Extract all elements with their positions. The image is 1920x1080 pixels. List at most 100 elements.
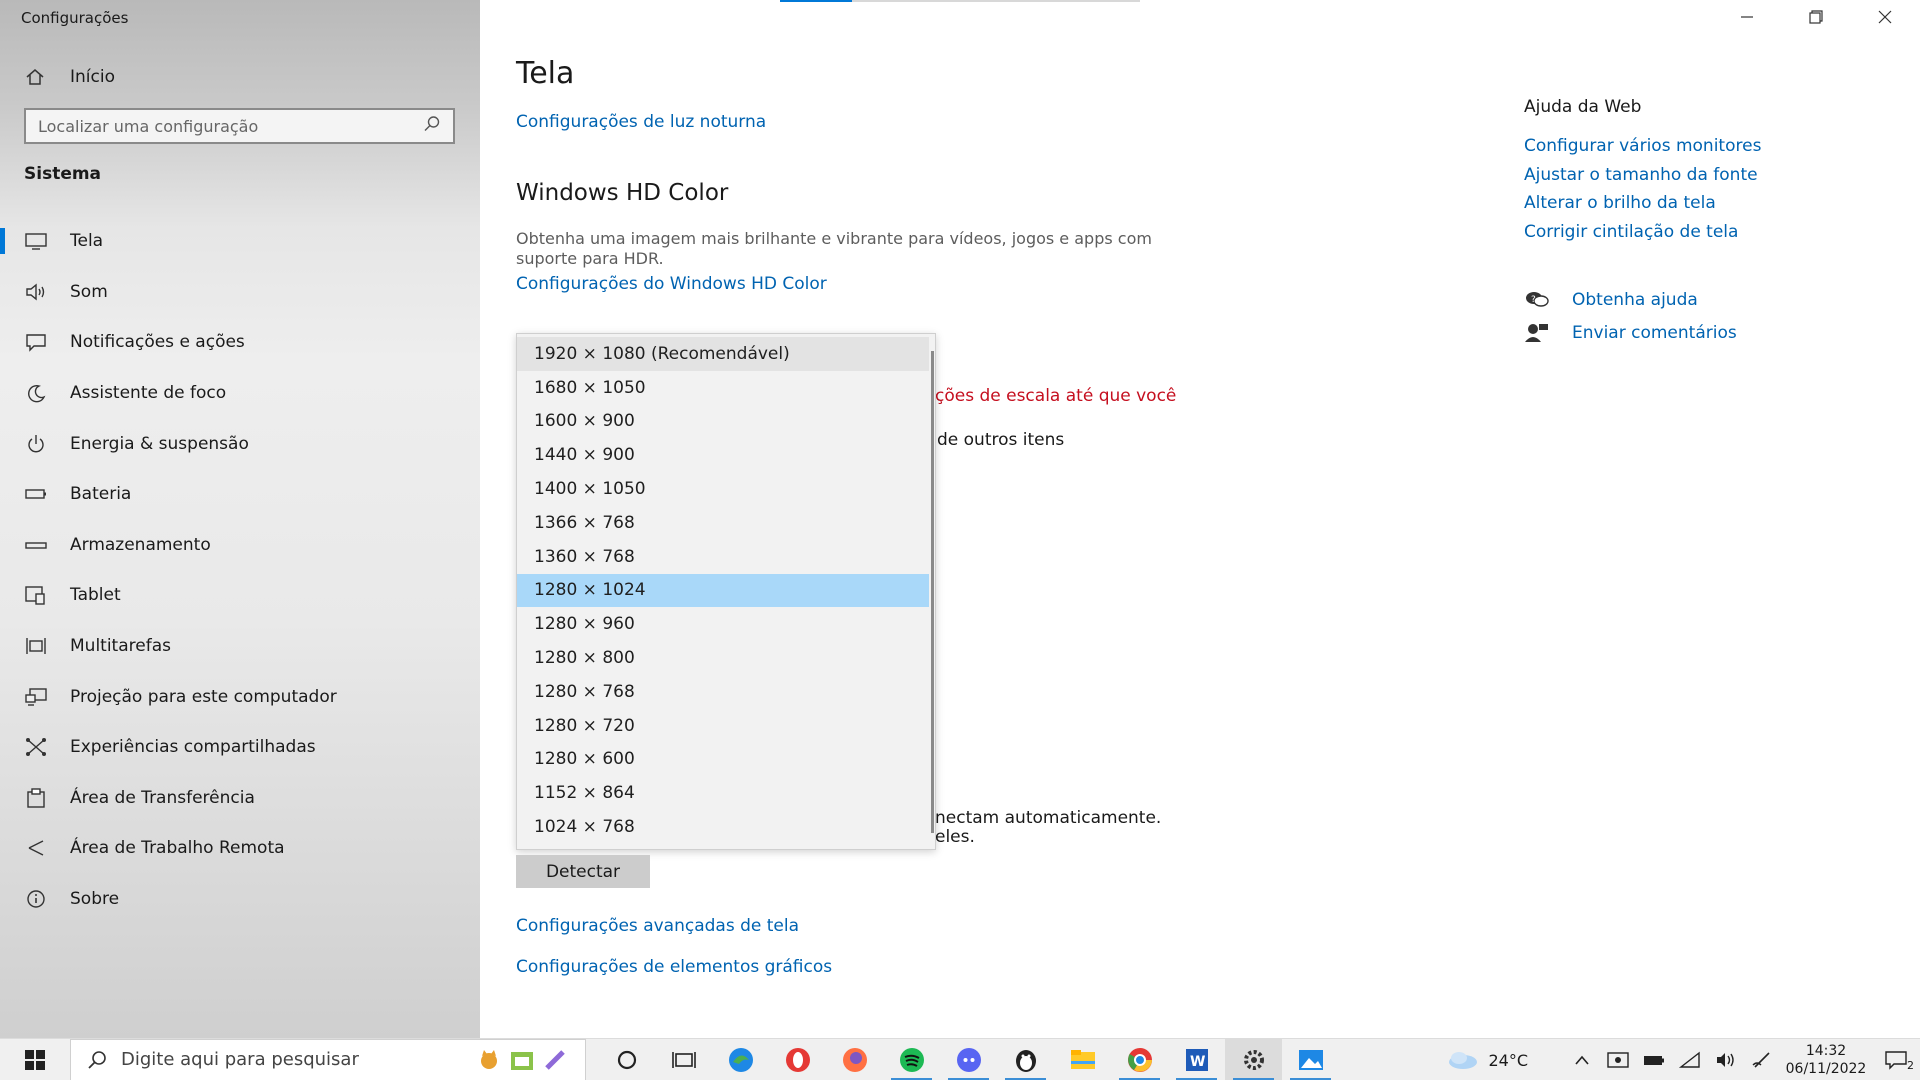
volume-icon[interactable]	[1708, 1039, 1744, 1080]
resolution-option[interactable]: 1280 × 720	[517, 709, 929, 743]
meet-now-icon[interactable]	[1600, 1039, 1636, 1080]
taskbar-search-placeholder: Digite aqui para pesquisar	[121, 1049, 359, 1070]
taskbar-settings[interactable]	[1225, 1038, 1282, 1080]
sidebar-item-area-transferencia[interactable]: Área de Transferência	[0, 773, 480, 824]
night-light-settings-link[interactable]: Configurações de luz noturna	[516, 112, 766, 132]
resolution-option[interactable]: 1360 × 768	[517, 540, 929, 574]
sidebar-item-label: Área de Transferência	[70, 787, 255, 808]
sidebar-item-energia[interactable]: Energia & suspensão	[0, 418, 480, 469]
settings-search-box[interactable]	[24, 108, 455, 144]
start-button[interactable]	[0, 1039, 70, 1080]
weather-icon[interactable]	[1438, 1039, 1488, 1080]
search-icon[interactable]	[423, 115, 441, 137]
sidebar-nav: Tela Som Notificações e ações Assistente…	[0, 216, 480, 924]
taskbar-spotify[interactable]	[883, 1039, 940, 1080]
send-feedback-link[interactable]: Enviar comentários	[1572, 323, 1737, 343]
hdr-heading: Windows HD Color	[516, 180, 729, 206]
chat-help-icon: ?	[1524, 288, 1550, 312]
discord-icon	[956, 1047, 981, 1072]
taskbar-word[interactable]: W	[1168, 1039, 1225, 1080]
word-icon: W	[1185, 1048, 1208, 1071]
taskbar-edge[interactable]	[712, 1039, 769, 1080]
taskbar-chrome[interactable]	[1111, 1039, 1168, 1080]
home-link[interactable]: Início	[24, 64, 115, 90]
get-help-link[interactable]: Obtenha ajuda	[1572, 290, 1698, 310]
resolution-option[interactable]: 1024 × 768	[517, 810, 929, 844]
sidebar-item-label: Assistente de foco	[70, 383, 227, 404]
section-label: Sistema	[24, 164, 102, 184]
resolution-dropdown-list[interactable]: 1920 × 1080 (Recomendável) 1680 × 1050 1…	[516, 333, 936, 850]
taskbar-search-box[interactable]: Digite aqui para pesquisar	[70, 1038, 586, 1080]
feedback-row[interactable]: Enviar comentários	[1524, 321, 1737, 345]
settings-search-input[interactable]	[38, 116, 423, 136]
dropdown-scrollbar[interactable]	[931, 351, 934, 833]
help-link-font-size[interactable]: Ajustar o tamanho da fonte	[1524, 161, 1761, 190]
sidebar-item-multitarefas[interactable]: Multitarefas	[0, 621, 480, 672]
sidebar-item-bateria[interactable]: Bateria	[0, 469, 480, 520]
get-help-row[interactable]: ? Obtenha ajuda	[1524, 288, 1698, 312]
sidebar-item-trabalho-remota[interactable]: Área de Trabalho Remota	[0, 823, 480, 874]
sidebar-item-experiencias[interactable]: Experiências compartilhadas	[0, 722, 480, 773]
help-link-brightness[interactable]: Alterar o brilho da tela	[1524, 189, 1761, 218]
restore-button[interactable]	[1782, 0, 1850, 34]
task-view-button[interactable]	[655, 1039, 712, 1080]
svg-text:W: W	[1190, 1054, 1205, 1070]
feedback-icon	[1524, 321, 1550, 345]
taskbar-penguin-app[interactable]	[997, 1039, 1054, 1080]
clock[interactable]: 14:32 06/11/2022	[1780, 1042, 1872, 1078]
resolution-option[interactable]: 1440 × 900	[517, 438, 929, 472]
info-icon	[24, 887, 48, 911]
resolution-option[interactable]: 1152 × 864	[517, 776, 929, 810]
task-view-icon	[671, 1051, 696, 1068]
sidebar-item-tela[interactable]: Tela	[0, 216, 480, 267]
resolution-option[interactable]: 1680 × 1050	[517, 371, 929, 405]
sidebar-item-sobre[interactable]: Sobre	[0, 874, 480, 925]
action-center-button[interactable]: 2	[1872, 1039, 1920, 1080]
battery-tray-icon[interactable]	[1636, 1039, 1672, 1080]
sidebar-item-label: Tela	[70, 231, 104, 252]
sidebar-item-assistente-foco[interactable]: Assistente de foco	[0, 368, 480, 419]
home-label: Início	[70, 67, 115, 87]
minimize-button[interactable]	[1713, 0, 1781, 34]
sidebar-item-tablet[interactable]: Tablet	[0, 570, 480, 621]
close-button[interactable]	[1851, 0, 1919, 34]
weather-temperature[interactable]: 24°C	[1488, 1051, 1528, 1070]
sidebar-item-label: Tablet	[70, 585, 121, 606]
resolution-option[interactable]: 1920 × 1080 (Recomendável)	[517, 337, 929, 371]
cortana-button[interactable]	[598, 1039, 655, 1080]
taskbar-apps: W	[598, 1038, 1339, 1080]
resolution-option[interactable]: 1600 × 900	[517, 405, 929, 439]
resolution-option[interactable]: 1280 × 600	[517, 743, 929, 777]
sidebar-item-projecao[interactable]: Projeção para este computador	[0, 671, 480, 722]
sidebar-item-notificacoes[interactable]: Notificações e ações	[0, 317, 480, 368]
help-link-multiple-monitors[interactable]: Configurar vários monitores	[1524, 132, 1761, 161]
taskbar-opera[interactable]	[769, 1039, 826, 1080]
taskbar-photos[interactable]	[1282, 1039, 1339, 1080]
resolution-option[interactable]: 1280 × 768	[517, 675, 929, 709]
resolution-option[interactable]: 1366 × 768	[517, 506, 929, 540]
notification-icon	[24, 330, 48, 354]
wifi-icon[interactable]	[1672, 1039, 1708, 1080]
resolution-option[interactable]: 1280 × 800	[517, 641, 929, 675]
remote-desktop-icon	[24, 836, 48, 860]
hdr-settings-link[interactable]: Configurações do Windows HD Color	[516, 274, 827, 294]
resolution-option-selected[interactable]: 1280 × 1024	[517, 573, 929, 608]
pen-workspace-icon[interactable]	[1744, 1039, 1780, 1080]
chevron-up-icon[interactable]	[1564, 1039, 1600, 1080]
help-link-screen-flicker[interactable]: Corrigir cintilação de tela	[1524, 218, 1761, 247]
taskbar-discord[interactable]	[940, 1039, 997, 1080]
page-title: Tela	[516, 56, 575, 91]
speaker-icon	[24, 280, 48, 304]
sidebar-item-som[interactable]: Som	[0, 267, 480, 318]
web-help-links: Configurar vários monitores Ajustar o ta…	[1524, 132, 1761, 246]
sidebar-item-armazenamento[interactable]: Armazenamento	[0, 520, 480, 571]
search-icon	[88, 1050, 106, 1069]
graphics-settings-link[interactable]: Configurações de elementos gráficos	[516, 957, 832, 977]
resolution-option[interactable]: 1280 × 960	[517, 607, 929, 641]
taskbar-file-explorer[interactable]	[1054, 1039, 1111, 1080]
advanced-display-settings-link[interactable]: Configurações avançadas de tela	[516, 916, 799, 936]
clipboard-icon	[24, 786, 48, 810]
detect-button[interactable]: Detectar	[516, 855, 650, 888]
taskbar-firefox[interactable]	[826, 1039, 883, 1080]
resolution-option[interactable]: 1400 × 1050	[517, 472, 929, 506]
